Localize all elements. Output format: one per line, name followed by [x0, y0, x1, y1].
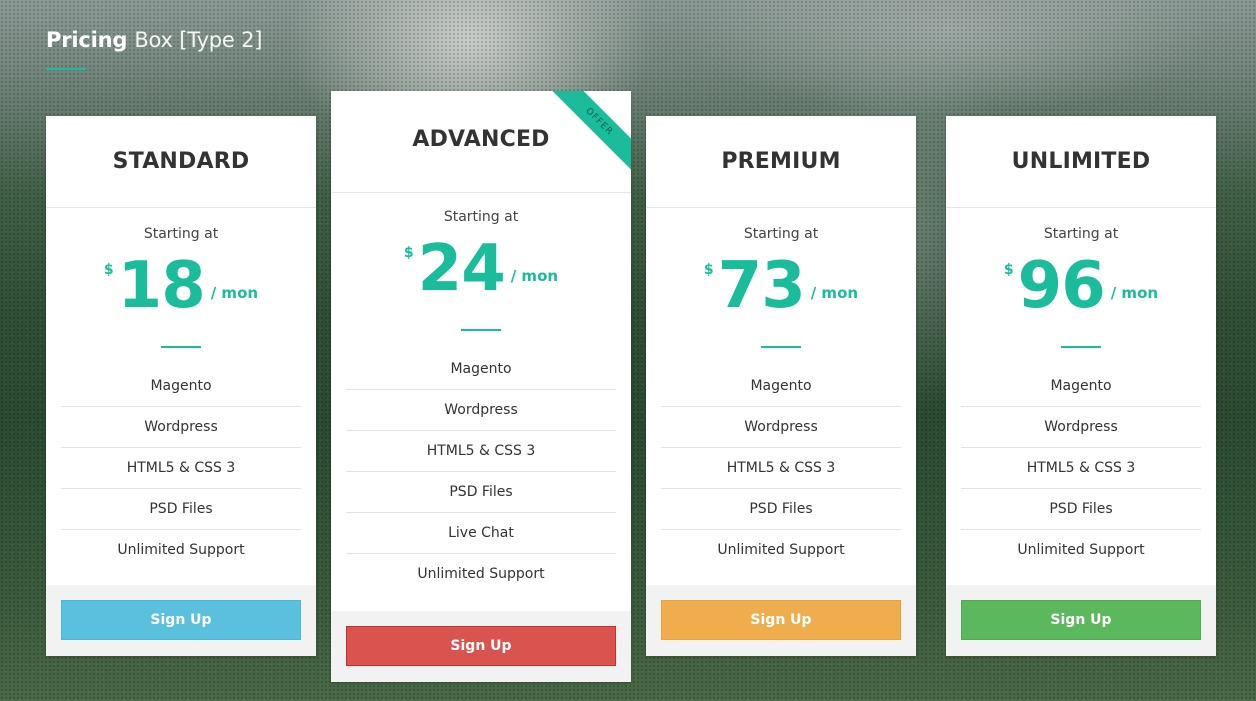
- feature-list: Magento Wordpress HTML5 & CSS 3 PSD File…: [661, 366, 901, 571]
- feature-item: HTML5 & CSS 3: [61, 448, 301, 489]
- feature-item: Unlimited Support: [117, 542, 245, 558]
- feature-item: Live Chat: [346, 513, 616, 554]
- feature-list: Magento Wordpress HTML5 & CSS 3 PSD File…: [346, 349, 616, 595]
- card-header: UNLIMITED: [946, 116, 1216, 208]
- feature-item: Wordpress: [61, 407, 301, 448]
- price-amount: 18: [117, 249, 206, 323]
- starting-at-label: Starting at: [143, 226, 219, 242]
- price-period: / mon: [1110, 284, 1159, 302]
- plan-name: STANDARD: [112, 149, 250, 174]
- sign-up-button-premium[interactable]: Sign Up: [661, 600, 901, 640]
- pricing-card-premium: PREMIUM Starting at $ 73 / mon Magento W…: [646, 116, 916, 656]
- price-amount: 73: [717, 249, 806, 323]
- page-title-light: Box [Type 2]: [134, 28, 263, 52]
- price-period: / mon: [210, 284, 259, 302]
- feature-item: Wordpress: [961, 407, 1201, 448]
- price-period: / mon: [810, 284, 859, 302]
- starting-at-label: Starting at: [1043, 226, 1119, 242]
- card-footer: Sign Up: [46, 585, 316, 656]
- feature-item: Unlimited Support: [1017, 542, 1145, 558]
- pricing-card-advanced: OFFER ADVANCED Starting at $ 24 / mon Ma…: [331, 91, 631, 682]
- page-title-strong: Pricing: [46, 28, 128, 52]
- feature-item: Magento: [661, 366, 901, 407]
- card-footer: Sign Up: [646, 585, 916, 656]
- page-title: Pricing Box [Type 2]: [46, 28, 262, 52]
- plan-name: ADVANCED: [412, 127, 550, 152]
- feature-item: PSD Files: [346, 472, 616, 513]
- feature-item: Unlimited Support: [417, 566, 545, 582]
- price: $ 18 / mon: [46, 248, 316, 326]
- price-currency: $: [1003, 262, 1014, 278]
- feature-item: HTML5 & CSS 3: [346, 431, 616, 472]
- sign-up-button-standard[interactable]: Sign Up: [61, 600, 301, 640]
- offer-ribbon-label: OFFER: [551, 91, 631, 171]
- card-header: STANDARD: [46, 116, 316, 208]
- offer-ribbon: OFFER: [551, 91, 631, 171]
- price: $ 73 / mon: [646, 248, 916, 326]
- price-currency: $: [703, 262, 714, 278]
- card-footer: Sign Up: [946, 585, 1216, 656]
- feature-item: Magento: [346, 349, 616, 390]
- price-amount: 96: [1017, 249, 1106, 323]
- starting-at-label: Starting at: [443, 209, 519, 225]
- starting-at-label: Starting at: [743, 226, 819, 242]
- feature-list: Magento Wordpress HTML5 & CSS 3 PSD File…: [61, 366, 301, 571]
- feature-item: PSD Files: [661, 489, 901, 530]
- pricing-card-unlimited: UNLIMITED Starting at $ 96 / mon Magento…: [946, 116, 1216, 656]
- pricing-card-standard: STANDARD Starting at $ 18 / mon Magento …: [46, 116, 316, 656]
- card-footer: Sign Up: [331, 611, 631, 682]
- price-currency: $: [103, 262, 114, 278]
- plan-name: PREMIUM: [721, 149, 841, 174]
- feature-item: HTML5 & CSS 3: [961, 448, 1201, 489]
- feature-item: Magento: [961, 366, 1201, 407]
- feature-list: Magento Wordpress HTML5 & CSS 3 PSD File…: [961, 366, 1201, 571]
- plan-name: UNLIMITED: [1011, 149, 1151, 174]
- price-period: / mon: [510, 267, 559, 285]
- feature-item: PSD Files: [61, 489, 301, 530]
- price-divider: [1061, 346, 1101, 348]
- feature-item: PSD Files: [961, 489, 1201, 530]
- card-header: PREMIUM: [646, 116, 916, 208]
- price-currency: $: [403, 245, 414, 261]
- feature-item: Wordpress: [346, 390, 616, 431]
- title-underline: [46, 68, 86, 70]
- feature-item: Magento: [61, 366, 301, 407]
- price: $ 24 / mon: [331, 231, 631, 309]
- sign-up-button-advanced[interactable]: Sign Up: [346, 626, 616, 666]
- feature-item: Unlimited Support: [717, 542, 845, 558]
- price-amount: 24: [417, 232, 506, 306]
- sign-up-button-unlimited[interactable]: Sign Up: [961, 600, 1201, 640]
- feature-item: HTML5 & CSS 3: [661, 448, 901, 489]
- price: $ 96 / mon: [946, 248, 1216, 326]
- price-divider: [161, 346, 201, 348]
- feature-item: Wordpress: [661, 407, 901, 448]
- price-divider: [761, 346, 801, 348]
- price-divider: [461, 329, 501, 331]
